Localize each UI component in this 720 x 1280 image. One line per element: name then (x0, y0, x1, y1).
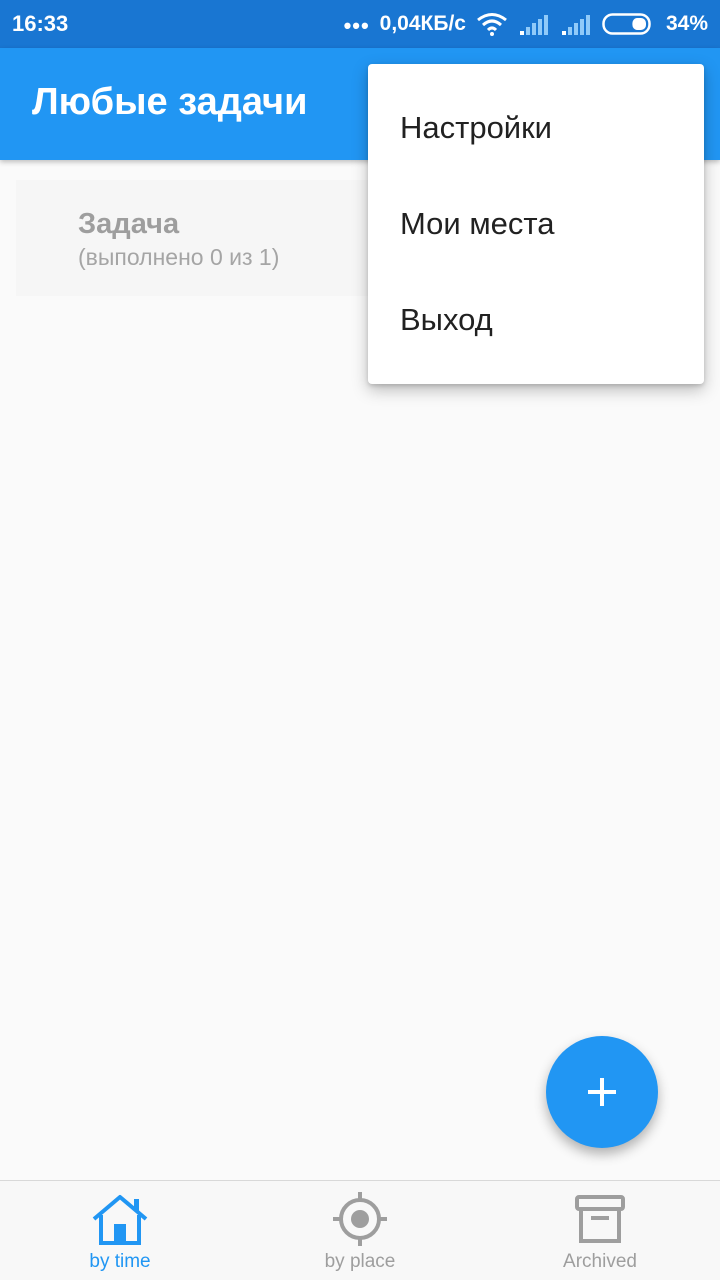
task-title: Задача (78, 208, 180, 240)
home-icon (92, 1195, 148, 1245)
wifi-icon (477, 13, 507, 36)
status-time: 16:33 (12, 11, 69, 36)
battery-percent: 34% (665, 12, 708, 35)
app-screen: 16:33 ••• 0,04КБ/с 34% Любые задачи Зада… (0, 0, 720, 1280)
more-notifications-icon: ••• (343, 13, 370, 38)
nav-label-by-place: by place (324, 1251, 396, 1272)
archive-icon (575, 1195, 625, 1243)
signal-icon (561, 15, 590, 35)
overflow-menu: Настройки Мои места Выход (368, 64, 704, 384)
target-icon (333, 1192, 387, 1246)
plus-icon (588, 1078, 616, 1106)
nav-by-time[interactable]: by time (0, 1181, 240, 1280)
status-bar: 16:33 ••• 0,04КБ/с 34% (0, 0, 720, 48)
nav-by-place[interactable]: by place (240, 1181, 480, 1280)
battery-icon (602, 13, 651, 35)
menu-item-logout[interactable]: Выход (368, 272, 704, 368)
bottom-navigation: by time by place Archived (0, 1180, 720, 1280)
nav-archived[interactable]: Archived (480, 1181, 720, 1280)
task-progress: (выполнено 0 из 1) (78, 244, 280, 270)
page-title: Любые задачи (32, 81, 308, 123)
network-speed: 0,04КБ/с (379, 12, 466, 35)
signal-icon (519, 15, 548, 35)
status-indicators: ••• 0,04КБ/с 34% (344, 11, 708, 37)
add-task-button[interactable] (546, 1036, 658, 1148)
nav-label-archived: Archived (563, 1251, 637, 1272)
menu-item-settings[interactable]: Настройки (368, 80, 704, 176)
nav-label-by-time: by time (89, 1251, 151, 1272)
menu-item-my-places[interactable]: Мои места (368, 176, 704, 272)
